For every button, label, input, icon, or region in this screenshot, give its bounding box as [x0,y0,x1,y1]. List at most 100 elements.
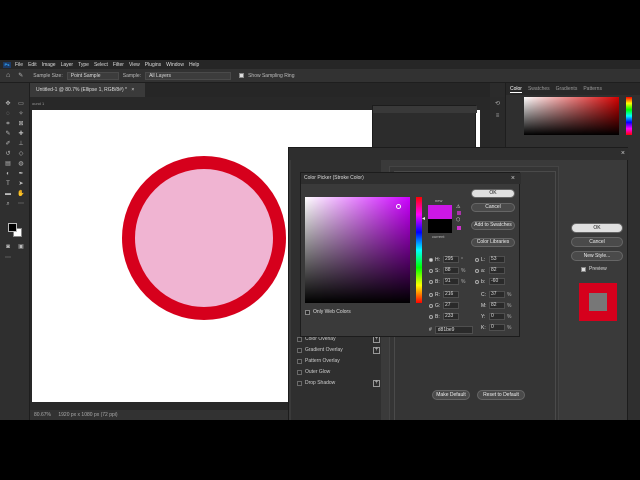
color-picker-ok-button[interactable]: OK [471,189,515,198]
document-tab[interactable]: Untitled-1 @ 80.7% (Ellipse 1, RGB/8#) *… [30,83,145,97]
eyedropper-icon[interactable]: ✎ [18,72,23,79]
color-selector-ring[interactable] [396,204,401,209]
tab-swatches[interactable]: Swatches [528,86,550,92]
layer-style-cancel-button[interactable]: Cancel [571,237,623,247]
more-tools-icon[interactable]: ⋯ [17,200,25,208]
foreground-color-swatch[interactable] [8,223,17,232]
color-libraries-button[interactable]: Color Libraries [471,238,515,247]
shape-icon[interactable]: ▬ [4,190,12,198]
hand-icon[interactable]: ✋ [17,190,25,198]
sample-size-select[interactable]: Point Sample [66,71,119,80]
home-icon[interactable]: ⌂ [6,72,10,79]
hue-radio[interactable] [429,257,433,262]
dodge-icon[interactable]: ◐ [4,170,12,178]
saturation-brightness-field[interactable] [305,197,410,303]
tab-color[interactable]: Color [510,86,522,93]
magic-wand-icon[interactable]: ✧ [17,110,25,118]
quick-mask-icon[interactable]: ◙ [4,243,12,251]
hex-input[interactable]: d81be9 [434,326,473,334]
zoom-level[interactable]: 80.67% [34,412,51,418]
tab-gradients[interactable]: Gradients [556,86,578,92]
only-web-colors-checkbox[interactable] [305,309,310,315]
color-picker-cancel-button[interactable]: Cancel [471,203,515,212]
menu-image[interactable]: Image [42,62,56,68]
type-icon[interactable]: T [4,180,12,188]
stamp-icon[interactable]: ⊥ [17,140,25,148]
show-ring-checkbox[interactable] [239,73,245,78]
add-to-swatches-button[interactable]: Add to Swatches [471,221,515,230]
style-item-outer-glow[interactable]: Outer Glow [297,367,330,377]
menu-plugins[interactable]: Plugins [145,62,161,68]
style-checkbox[interactable] [297,380,302,386]
lab-a-input[interactable]: 82 [489,267,505,274]
color-panel-field[interactable] [524,97,619,135]
sample-select[interactable]: All Layers [145,71,232,80]
eraser-icon[interactable]: ◇ [17,150,25,158]
blue-radio[interactable] [429,314,433,319]
marquee-icon[interactable]: ▭ [17,100,25,108]
lasso-icon[interactable]: ◌ [4,110,12,118]
eyedropper-tool-icon[interactable]: ✎ [4,130,12,138]
style-item-drop-shadow[interactable]: Drop Shadow [297,378,335,388]
menu-help[interactable]: Help [189,62,199,68]
close-icon[interactable]: × [621,148,625,160]
crop-icon[interactable]: ⌗ [4,120,12,128]
brightness-radio[interactable] [429,279,433,284]
black-input[interactable]: 0 [489,324,505,331]
hue-input[interactable]: 295 [443,256,459,263]
style-checkbox[interactable] [297,369,302,375]
screen-mode-icon[interactable]: ▣ [17,243,25,251]
reset-default-button[interactable]: Reset to Default [477,390,525,400]
brightness-input[interactable]: 91 [443,278,459,285]
close-icon[interactable]: × [511,173,515,184]
add-color-overlay-button[interactable]: + [373,336,380,343]
gradient-icon[interactable]: ▤ [4,160,12,168]
menu-window[interactable]: Window [166,62,184,68]
preview-toggle[interactable]: Preview [581,266,607,272]
menu-filter[interactable]: Filter [113,62,124,68]
pen-icon[interactable]: ✒ [17,170,25,178]
brush-icon[interactable]: ✐ [4,140,12,148]
gamut-swatch-icon[interactable] [457,211,461,215]
menu-edit[interactable]: Edit [28,62,37,68]
style-checkbox[interactable] [297,358,302,364]
add-drop-shadow-button[interactable]: + [373,380,380,387]
gamut-warning-icon[interactable]: ⚠ [456,204,460,210]
blue-input[interactable]: 233 [443,313,459,320]
web-safe-swatch-icon[interactable] [457,226,461,230]
red-input[interactable]: 216 [443,291,459,298]
add-gradient-overlay-button[interactable]: + [373,347,380,354]
cyan-input[interactable]: 37 [489,291,505,298]
menu-view[interactable]: View [129,62,140,68]
new-style-button[interactable]: New Style... [571,251,623,261]
style-checkbox[interactable] [297,347,302,353]
web-safe-icon[interactable]: ⬡ [456,217,460,223]
close-icon[interactable]: × [131,87,134,93]
path-select-icon[interactable]: ➤ [17,180,25,188]
lab-b-radio[interactable] [475,279,479,284]
tab-patterns[interactable]: Patterns [583,86,602,92]
style-checkbox[interactable] [297,336,302,342]
color-panel-hue-slider[interactable] [626,97,632,135]
saturation-input[interactable]: 88 [443,267,459,274]
properties-icon[interactable]: ≡ [494,113,501,120]
red-radio[interactable] [429,292,433,297]
history-brush-icon[interactable]: ↺ [4,150,12,158]
menu-layer[interactable]: Layer [61,62,74,68]
lab-l-radio[interactable] [475,257,479,262]
blur-icon[interactable]: ◍ [17,160,25,168]
layer-style-ok-button[interactable]: OK [571,223,623,233]
healing-icon[interactable]: ✚ [17,130,25,138]
make-default-button[interactable]: Make Default [432,390,470,400]
hue-slider-arrow[interactable]: ◂ [422,215,425,222]
saturation-radio[interactable] [429,268,433,273]
yellow-input[interactable]: 0 [489,313,505,320]
style-item-pattern-overlay[interactable]: Pattern Overlay [297,356,340,366]
edit-toolbar-icon[interactable]: ⋯ [4,254,12,262]
lab-a-radio[interactable] [475,268,479,273]
zoom-icon[interactable]: ⌕ [4,200,12,208]
move-icon[interactable]: ✥ [4,100,12,108]
only-web-colors-toggle[interactable]: Only Web Colors [305,309,351,315]
menu-type[interactable]: Type [78,62,89,68]
style-item-gradient-overlay[interactable]: Gradient Overlay [297,345,343,355]
